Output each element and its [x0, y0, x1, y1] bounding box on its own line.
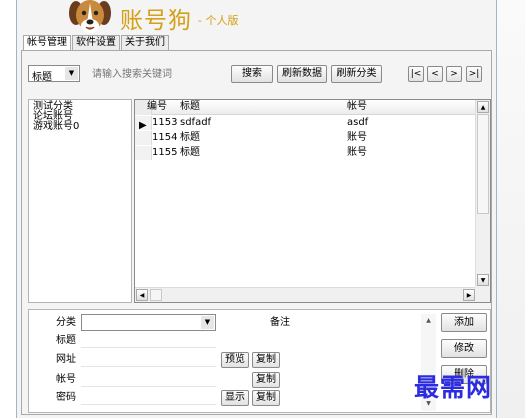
next-page-button[interactable]: > — [446, 66, 462, 82]
add-button[interactable]: 添加 — [441, 313, 487, 332]
refresh-category-button[interactable]: 刷新分类 — [331, 65, 382, 83]
dog-logo-icon — [69, 0, 111, 33]
app-edition: - 个人版 — [198, 14, 239, 27]
url-label: 网址 — [56, 354, 76, 365]
app-title: 账号狗 — [120, 8, 192, 34]
notes-label: 备注 — [270, 317, 290, 328]
cell-title: 标题 — [180, 147, 200, 158]
search-toolbar: 标题 ▼ 搜索 刷新数据 刷新分类 |< < > >| — [28, 64, 487, 84]
cell-account: 账号 — [347, 147, 367, 158]
cell-id: 1153 — [152, 117, 178, 128]
scroll-down-icon[interactable]: ▼ — [477, 274, 489, 286]
tab-account-management[interactable]: 帐号管理 — [23, 35, 71, 51]
scroll-right-icon[interactable]: ▶ — [463, 289, 475, 301]
column-header-id[interactable]: 编号 — [147, 100, 167, 114]
tab-software-settings[interactable]: 软件设置 — [72, 35, 120, 50]
table-row[interactable]: 1155 标题 账号 — [135, 146, 476, 160]
password-label: 密码 — [56, 392, 76, 403]
app-window: 账号狗 - 个人版 帐号管理 软件设置 关于我们 标题 ▼ 搜索 刷新数据 刷新… — [16, 0, 497, 418]
cell-account: asdf — [347, 117, 369, 128]
account-field[interactable] — [81, 371, 216, 387]
category-label: 分类 — [56, 317, 76, 328]
cell-id: 1155 — [152, 147, 178, 158]
scroll-thumb[interactable] — [150, 289, 162, 301]
account-label: 帐号 — [56, 374, 76, 385]
search-field-select[interactable]: 标题 ▼ — [28, 65, 80, 83]
row-indicator — [135, 146, 152, 160]
chevron-down-icon: ▼ — [65, 67, 78, 80]
last-page-button[interactable]: >| — [466, 66, 482, 82]
chevron-down-icon: ▼ — [201, 316, 214, 329]
edit-button[interactable]: 修改 — [441, 339, 487, 358]
refresh-data-button[interactable]: 刷新数据 — [277, 65, 327, 83]
app-header: 账号狗 - 个人版 — [17, 0, 496, 36]
account-table: 编号 标题 帐号 ▶ 1153 sdfadf asdf 1154 标题 账号 1… — [134, 99, 491, 303]
copy-password-button[interactable]: 复制 — [252, 390, 280, 406]
scroll-up-icon[interactable]: ▲ — [423, 316, 434, 326]
table-row[interactable]: 1154 标题 账号 — [135, 131, 476, 145]
table-vertical-scrollbar[interactable]: ▲ ▼ — [475, 100, 490, 287]
table-body: ▶ 1153 sdfadf asdf 1154 标题 账号 1155 标题 账号 — [135, 115, 476, 287]
show-password-button[interactable]: 显示 — [221, 390, 249, 406]
column-header-title[interactable]: 标题 — [180, 100, 200, 114]
scroll-thumb[interactable] — [477, 114, 489, 214]
cell-title: sdfadf — [180, 117, 212, 128]
prev-page-button[interactable]: < — [427, 66, 443, 82]
search-button[interactable]: 搜索 — [231, 65, 273, 83]
column-header-account[interactable]: 帐号 — [347, 100, 367, 114]
scroll-up-icon[interactable]: ▲ — [477, 101, 489, 113]
row-indicator — [135, 131, 152, 145]
cell-id: 1154 — [152, 132, 178, 143]
scroll-left-icon[interactable]: ◀ — [136, 289, 148, 301]
password-field[interactable] — [81, 389, 216, 405]
category-item[interactable]: 游戏账号0 — [33, 122, 127, 132]
tab-panel: 标题 ▼ 搜索 刷新数据 刷新分类 |< < > >| 测试分类 论坛账号 游戏… — [21, 50, 492, 415]
copy-url-button[interactable]: 复制 — [252, 352, 280, 368]
cell-title: 标题 — [180, 132, 200, 143]
title-label: 标题 — [56, 335, 76, 346]
url-field[interactable] — [81, 351, 216, 367]
scrollbar-corner — [475, 287, 490, 302]
table-row[interactable]: ▶ 1153 sdfadf asdf — [135, 116, 476, 131]
row-indicator: ▶ — [135, 116, 152, 131]
category-list: 测试分类 论坛账号 游戏账号0 — [28, 99, 132, 303]
tab-about-us[interactable]: 关于我们 — [121, 35, 169, 50]
copy-account-button[interactable]: 复制 — [252, 372, 280, 388]
category-select[interactable]: ▼ — [81, 314, 216, 331]
cell-account: 账号 — [347, 132, 367, 143]
watermark-text: 最需网 — [414, 373, 493, 402]
window-frame-right — [497, 0, 525, 418]
first-page-button[interactable]: |< — [408, 66, 424, 82]
search-input[interactable] — [90, 66, 225, 82]
table-header: 编号 标题 帐号 — [135, 100, 476, 115]
preview-button[interactable]: 预览 — [221, 352, 249, 368]
title-field[interactable] — [81, 332, 216, 348]
tab-bar: 帐号管理 软件设置 关于我们 — [23, 35, 170, 51]
table-horizontal-scrollbar[interactable]: ◀ ▶ — [135, 287, 476, 302]
search-field-value: 标题 — [32, 72, 52, 83]
